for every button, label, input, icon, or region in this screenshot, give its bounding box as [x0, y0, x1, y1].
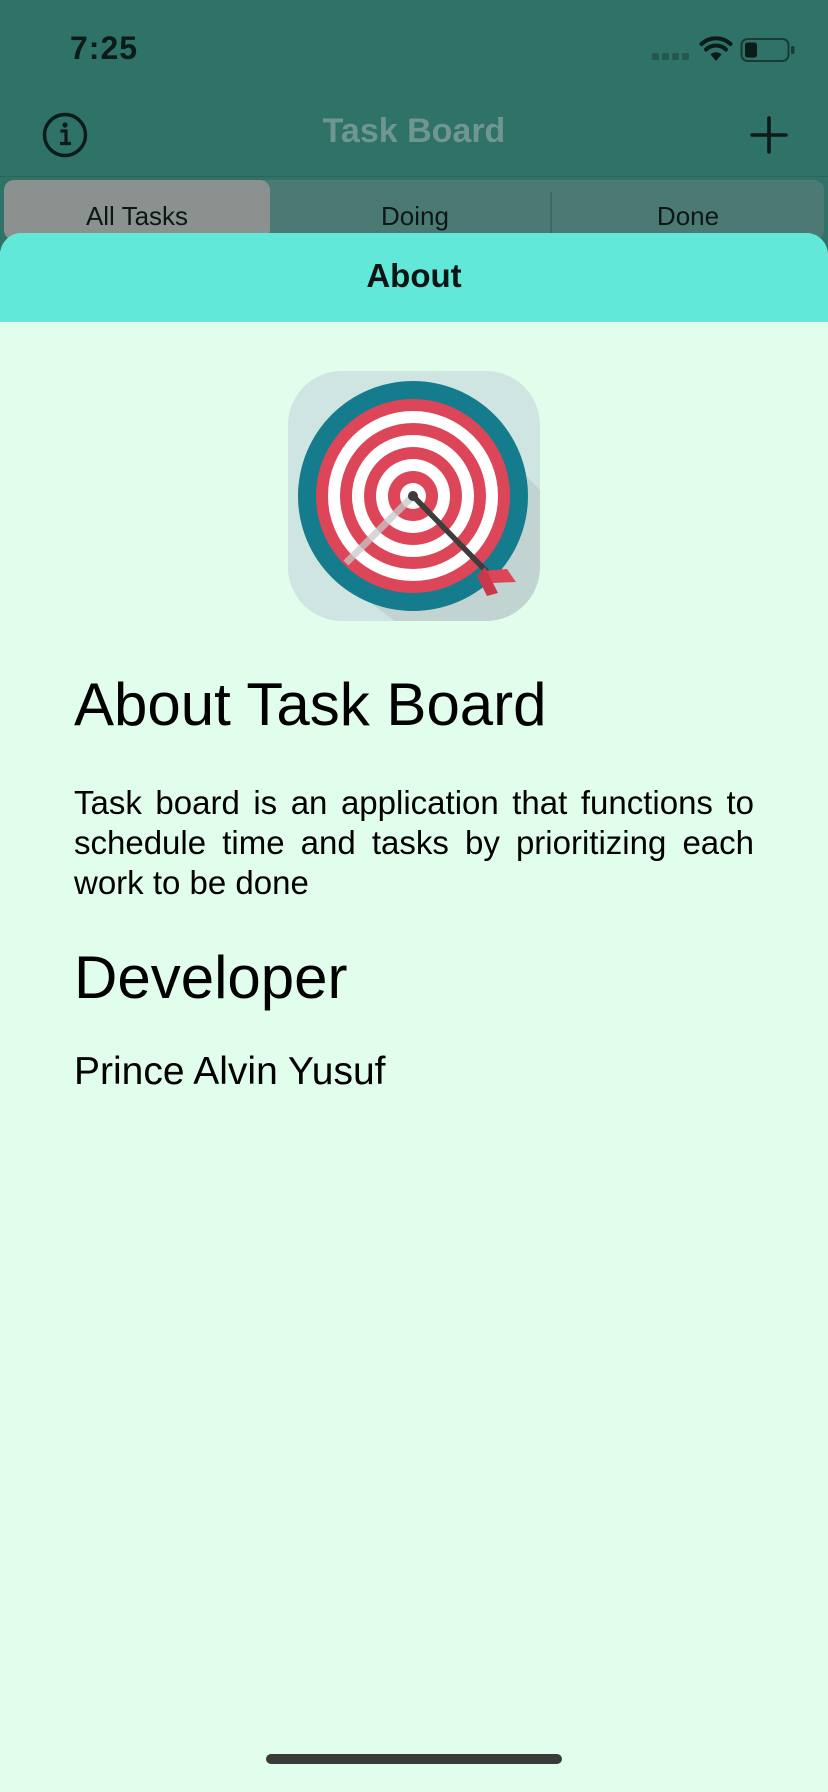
- home-indicator[interactable]: [266, 1754, 562, 1764]
- developer-name: Prince Alvin Yusuf: [74, 1050, 386, 1093]
- about-sheet: About About Task Board Task board is an …: [0, 233, 828, 1792]
- nav-bar: Task Board: [0, 100, 828, 177]
- tab-done[interactable]: Done: [552, 180, 824, 240]
- sheet-title: About: [366, 257, 462, 294]
- tab-doing[interactable]: Doing: [280, 180, 550, 240]
- status-time: 7:25: [70, 30, 139, 66]
- plus-icon[interactable]: [744, 110, 794, 160]
- target-with-arrow-icon: [288, 371, 540, 621]
- wifi-icon: [699, 36, 733, 61]
- task-filter-segmented-control: All Tasks Doing Done: [4, 180, 824, 240]
- cellular-signal-icon: [652, 53, 689, 60]
- status-bar: 7:25: [0, 0, 828, 100]
- developer-heading: Developer: [74, 944, 348, 1011]
- about-description: Task board is an application that functi…: [74, 784, 754, 901]
- nav-title: Task Board: [322, 112, 506, 150]
- tab-all-tasks[interactable]: All Tasks: [4, 180, 270, 240]
- about-heading: About Task Board: [74, 671, 547, 738]
- sheet-header: About: [0, 233, 828, 322]
- battery-icon: [740, 38, 795, 62]
